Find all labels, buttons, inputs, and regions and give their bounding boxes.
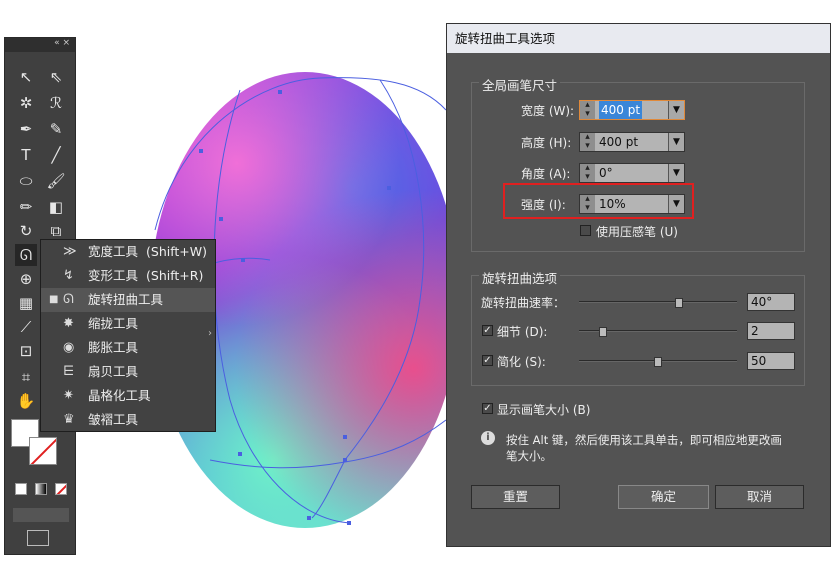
angle-stepper[interactable]: ▴ ▾: [580, 164, 595, 182]
lasso-icon[interactable]: ℛ: [45, 92, 67, 114]
simplify-value[interactable]: 50: [747, 352, 795, 370]
warp-tools-flyout: ≫ 宽度工具 (Shift+W) ↯ 变形工具 (Shift+R) ■ ᘏ 旋转扭曲工具 ✸…: [40, 239, 216, 432]
magic-wand-icon[interactable]: ✲: [15, 92, 37, 114]
gradient-mode-button[interactable]: [35, 483, 47, 495]
flyout-item-wrinkle[interactable]: ♛ 皱褶工具: [41, 408, 215, 432]
crystallize-tool-icon: ✷: [63, 388, 74, 403]
height-stepper[interactable]: ▴ ▾: [580, 133, 595, 151]
width-tool-icon: ≫: [63, 244, 77, 259]
rotate-icon[interactable]: ↻: [15, 220, 37, 242]
dialog-title: 旋转扭曲工具选项: [447, 24, 830, 53]
detail-slider[interactable]: [579, 327, 737, 337]
flyout-item-pucker[interactable]: ✸ 缩拢工具: [41, 312, 215, 336]
width-field[interactable]: ▴ ▾ 400 pt ▼: [579, 100, 685, 120]
pencil-icon[interactable]: ✏: [15, 196, 37, 218]
detail-checkbox[interactable]: ✓: [482, 325, 493, 336]
ok-button[interactable]: 确定: [618, 485, 709, 509]
chevron-down-icon[interactable]: ▼: [668, 101, 684, 119]
ellipse-icon[interactable]: ⬭: [15, 170, 37, 192]
paintbrush-icon[interactable]: 🖌: [45, 170, 67, 192]
curvature-icon[interactable]: ✎: [45, 118, 67, 140]
eyedropper-icon[interactable]: ⟋: [15, 316, 37, 338]
warp-tool-icon: ↯: [63, 268, 74, 283]
twirl-tool-icon: ᘏ: [63, 292, 74, 307]
slider-knob[interactable]: [598, 327, 607, 337]
slider-knob[interactable]: [654, 357, 662, 367]
perspective-grid-icon[interactable]: ▦: [15, 292, 37, 314]
global-brush-legend: 全局画笔尺寸: [479, 75, 561, 94]
chevron-down-icon[interactable]: ▼: [668, 164, 684, 182]
width-stepper[interactable]: ▴ ▾: [580, 101, 595, 119]
twirl-options-legend: 旋转扭曲选项: [479, 268, 561, 287]
reset-button[interactable]: 重置: [471, 485, 560, 509]
flyout-item-crystallize[interactable]: ✷ 晶格化工具: [41, 384, 215, 408]
twirl-rate-value[interactable]: 40°: [747, 293, 795, 311]
hand-icon[interactable]: ✋: [15, 390, 37, 412]
info-icon: i: [481, 431, 495, 445]
symbol-sprayer-icon[interactable]: ⊡: [15, 340, 37, 362]
show-brush-size-label: 显示画笔大小 (B): [497, 403, 591, 417]
scallop-tool-icon: ⋿: [63, 364, 75, 379]
stroke-swatch[interactable]: [29, 437, 57, 465]
shape-builder-icon[interactable]: ⊕: [15, 268, 37, 290]
height-field[interactable]: ▴ ▾ 400 pt ▼: [579, 132, 685, 152]
panel-controls[interactable]: « ×: [5, 38, 75, 52]
warp-icon[interactable]: ᘏ: [15, 244, 37, 266]
pucker-tool-icon: ✸: [63, 316, 74, 331]
simplify-slider[interactable]: [579, 357, 737, 367]
twirl-options-dialog: 旋转扭曲工具选项 全局画笔尺寸 宽度 (W): ▴ ▾ 400 pt ▼ 高度 (H)…: [446, 23, 831, 547]
artboard-icon[interactable]: ⌗: [15, 366, 37, 388]
twirl-rate-label: 旋转扭曲速率：: [481, 296, 566, 310]
detail-value[interactable]: 2: [747, 322, 795, 340]
direct-selection-tool-icon[interactable]: ⇖: [45, 66, 67, 88]
intensity-highlight-box: [503, 183, 694, 219]
line-icon[interactable]: ╱: [45, 144, 67, 166]
chevron-down-icon[interactable]: ▼: [668, 133, 684, 151]
flyout-item-width[interactable]: ≫ 宽度工具 (Shift+W): [41, 240, 215, 264]
flyout-item-twirl[interactable]: ■ ᘏ 旋转扭曲工具: [41, 288, 215, 312]
flyout-expand-arrow[interactable]: ›: [208, 328, 212, 339]
pen-icon[interactable]: ✒: [15, 118, 37, 140]
screen-mode-icon[interactable]: [27, 530, 49, 546]
width-label: 宽度 (W):: [521, 104, 575, 118]
bloat-tool-icon: ◉: [63, 340, 75, 355]
height-label: 高度 (H):: [521, 136, 572, 150]
pressure-pen-checkbox[interactable]: [580, 225, 591, 236]
type-icon[interactable]: T: [15, 144, 37, 166]
eraser-icon[interactable]: ◧: [45, 196, 67, 218]
simplify-checkbox[interactable]: ✓: [482, 355, 493, 366]
color-mode-button[interactable]: [15, 483, 27, 495]
draw-mode-buttons[interactable]: [13, 508, 69, 522]
detail-label: 细节 (D):: [497, 325, 548, 339]
pressure-pen-label: 使用压感笔 (U): [596, 225, 678, 239]
flyout-item-scallop[interactable]: ⋿ 扇贝工具: [41, 360, 215, 384]
selection-tool-icon[interactable]: ↖: [15, 66, 37, 88]
cancel-button[interactable]: 取消: [715, 485, 804, 509]
none-mode-button[interactable]: [55, 483, 67, 495]
twirl-rate-slider[interactable]: [579, 298, 737, 308]
wrinkle-tool-icon: ♛: [63, 412, 75, 427]
flyout-item-bloat[interactable]: ◉ 膨胀工具: [41, 336, 215, 360]
simplify-label: 简化 (S):: [497, 355, 546, 369]
info-text-line2: 笔大小。: [506, 449, 552, 463]
slider-knob[interactable]: [675, 298, 683, 308]
angle-label: 角度 (A):: [521, 167, 571, 181]
info-text-line1: 按住 Alt 键，然后使用该工具单击，即可相应地更改画: [506, 433, 782, 447]
angle-field[interactable]: ▴ ▾ 0° ▼: [579, 163, 685, 183]
show-brush-size-checkbox[interactable]: ✓: [482, 403, 493, 414]
flyout-item-warp[interactable]: ↯ 变形工具 (Shift+R): [41, 264, 215, 288]
